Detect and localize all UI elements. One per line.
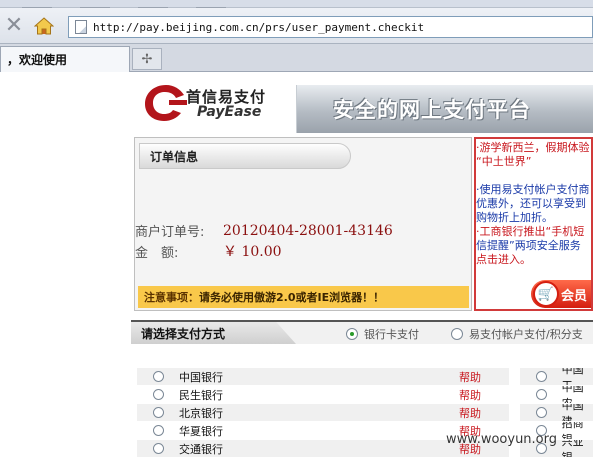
help-link[interactable]: 帮助 xyxy=(459,405,481,421)
bank-radio[interactable] xyxy=(153,371,164,382)
promo-line[interactable]: 优惠外，还可以享受到 xyxy=(476,197,591,211)
option-bank-card[interactable]: 银行卡支付 xyxy=(346,326,419,342)
bank-row[interactable]: 北京银行 帮助 xyxy=(137,404,509,421)
order-info-panel: 订单信息 商户订单号: 20120404-28001-43146 金 额: ￥ … xyxy=(134,137,472,311)
bank-name: 兴业银 xyxy=(561,440,584,457)
member-button-label: 会员 xyxy=(561,288,588,304)
order-number-label: 商户订单号: xyxy=(135,225,205,240)
bank-name: 中国银行 xyxy=(179,370,223,384)
bank-radio[interactable] xyxy=(153,407,164,418)
bank-radio[interactable] xyxy=(536,389,547,400)
promo-line[interactable]: ·工商银行推出“手机短 xyxy=(476,225,591,239)
option-payease-account[interactable]: 易支付帐户支付/积分支 xyxy=(451,326,583,342)
bank-radio[interactable] xyxy=(536,407,547,418)
stop-icon[interactable]: ✕ xyxy=(2,14,26,38)
bank-row[interactable]: 中国建 xyxy=(520,404,593,421)
help-link[interactable]: 帮助 xyxy=(459,369,481,385)
payease-logo-icon xyxy=(145,85,187,121)
order-number-value: 20120404-28001-43146 xyxy=(223,222,393,239)
payment-method-bar: 请选择支付方式 银行卡支付 易支付帐户支付/积分支 xyxy=(131,320,593,344)
amount-label: 金 额: xyxy=(135,245,179,261)
header-banner: 安全的网上支付平台 xyxy=(296,85,593,133)
bank-radio[interactable] xyxy=(153,443,164,454)
help-link[interactable]: 帮助 xyxy=(459,387,481,403)
bank-row[interactable]: 中国农 xyxy=(520,386,593,403)
new-tab-button[interactable]: ✢ xyxy=(132,48,162,70)
banner-slogan: 安全的网上支付平台 xyxy=(333,98,531,122)
amount-value: ￥ 10.00 xyxy=(223,244,282,260)
address-url[interactable]: http://pay.beijing.com.cn/prs/user_payme… xyxy=(93,21,424,34)
order-number-row: 商户订单号: 20120404-28001-43146 xyxy=(135,221,393,241)
page-content: 首信易支付 PayEase 安全的网上支付平台 订单信息 商户订单号: 2012… xyxy=(0,73,593,458)
bank-radio[interactable] xyxy=(153,389,164,400)
tab-current[interactable]: ，欢迎使用 xyxy=(0,46,130,72)
promo-line[interactable]: “中土世界” xyxy=(476,155,591,169)
notice-bar: 注意事项： 请务必使用傲游2.0或者IE浏览器！！ xyxy=(138,286,469,308)
watermark: www.wooyun.org xyxy=(446,432,558,447)
page-icon xyxy=(75,20,87,34)
cart-icon: 🛒 xyxy=(533,281,559,307)
bank-row[interactable]: 民生银行 帮助 xyxy=(137,386,509,403)
bank-name: 中国建 xyxy=(561,404,584,421)
bank-name: 北京银行 xyxy=(179,406,223,420)
payment-method-title: 请选择支付方式 xyxy=(131,322,296,344)
bank-radio[interactable] xyxy=(153,425,164,436)
notice-text: 请务必使用傲游2.0或者IE浏览器！！ xyxy=(199,291,385,304)
address-bar[interactable]: http://pay.beijing.com.cn/prs/user_payme… xyxy=(68,16,593,38)
bank-name: 中国工 xyxy=(561,368,584,385)
promo-panel: ·游学新西兰，假期体验 “中土世界” ·使用易支付帐户支付商 优惠外，还可以享受… xyxy=(474,137,593,311)
radio-bank-card[interactable] xyxy=(346,328,358,340)
option-bank-card-label: 银行卡支付 xyxy=(364,328,419,341)
bank-name: 中国农 xyxy=(561,386,584,403)
promo-line[interactable]: ·使用易支付帐户支付商 xyxy=(476,183,591,197)
bank-name: 交通银行 xyxy=(179,442,223,456)
menu-bar xyxy=(0,0,593,11)
bank-name: 招商银 xyxy=(561,422,584,439)
member-button[interactable]: 🛒 会员 xyxy=(531,280,591,308)
browser-window: ✕ http://pay.beijing.com.cn/prs/user_pay… xyxy=(0,0,593,458)
home-icon[interactable] xyxy=(32,14,56,38)
logo-text-en: PayEase xyxy=(197,104,262,120)
bank-row[interactable]: 中国银行 帮助 xyxy=(137,368,509,385)
bank-name: 华夏银行 xyxy=(179,424,223,438)
promo-line[interactable]: 购物折上加折。 xyxy=(476,211,591,225)
bank-name: 民生银行 xyxy=(179,388,223,402)
bank-radio[interactable] xyxy=(536,371,547,382)
notice-title: 注意事项： xyxy=(144,291,199,304)
promo-line[interactable]: ·游学新西兰，假期体验 xyxy=(476,141,591,155)
bank-row[interactable]: 中国工 xyxy=(520,368,593,385)
radio-payease-account[interactable] xyxy=(451,328,463,340)
tab-bar: ，欢迎使用 ✢ xyxy=(0,44,593,72)
promo-line[interactable]: 信提醒”两项安全服务 xyxy=(476,239,591,253)
promo-line[interactable]: 点击进入。 xyxy=(476,253,591,267)
option-payease-account-label: 易支付帐户支付/积分支 xyxy=(469,328,583,341)
navigation-bar: ✕ http://pay.beijing.com.cn/prs/user_pay… xyxy=(0,8,593,44)
amount-row: 金 额: ￥ 10.00 xyxy=(135,241,282,261)
order-info-title: 订单信息 xyxy=(139,143,351,169)
